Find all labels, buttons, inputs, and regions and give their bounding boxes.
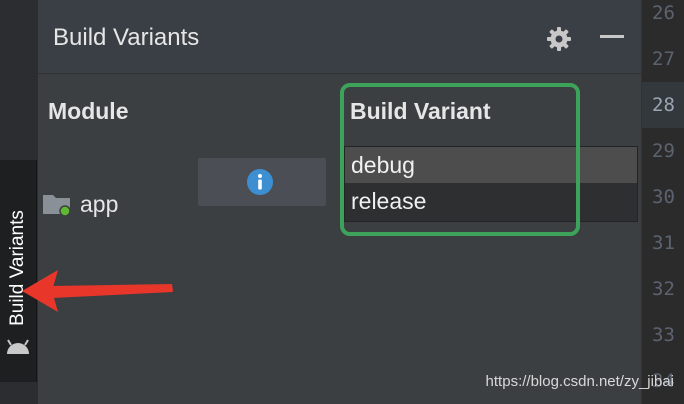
line-number: 32 xyxy=(652,278,675,300)
info-cell xyxy=(198,158,326,206)
line-number: 29 xyxy=(652,140,675,162)
gear-icon[interactable] xyxy=(546,26,572,52)
watermark: https://blog.csdn.net/zy_jibai xyxy=(485,373,674,390)
module-name: app xyxy=(80,191,119,217)
tool-tab-label: Build Variants xyxy=(7,210,28,326)
left-tool-strip: Build Variants xyxy=(0,0,38,404)
variant-option-release[interactable]: release xyxy=(345,183,637,219)
module-column-header: Module xyxy=(48,98,129,124)
line-number: 33 xyxy=(652,324,675,346)
line-number-current: 28 xyxy=(642,82,684,128)
build-variants-panel: Build Variants Module Build Variant app xyxy=(38,0,641,404)
panel-header: Build Variants xyxy=(38,0,641,74)
line-number: 26 xyxy=(652,2,675,24)
line-number: 31 xyxy=(652,232,675,254)
folder-icon xyxy=(43,195,71,217)
editor-gutter: 26 27 28 29 30 31 32 33 34 xyxy=(641,0,684,404)
line-number: 30 xyxy=(652,186,675,208)
variant-option-debug[interactable]: debug xyxy=(345,147,637,183)
minimize-icon[interactable] xyxy=(600,35,624,38)
build-variant-dropdown[interactable]: debug release xyxy=(344,146,638,222)
panel-title: Build Variants xyxy=(53,24,200,51)
info-icon[interactable] xyxy=(246,168,274,196)
build-variant-column-header: Build Variant xyxy=(350,98,491,124)
android-icon[interactable] xyxy=(5,336,31,356)
line-number: 27 xyxy=(652,48,675,70)
